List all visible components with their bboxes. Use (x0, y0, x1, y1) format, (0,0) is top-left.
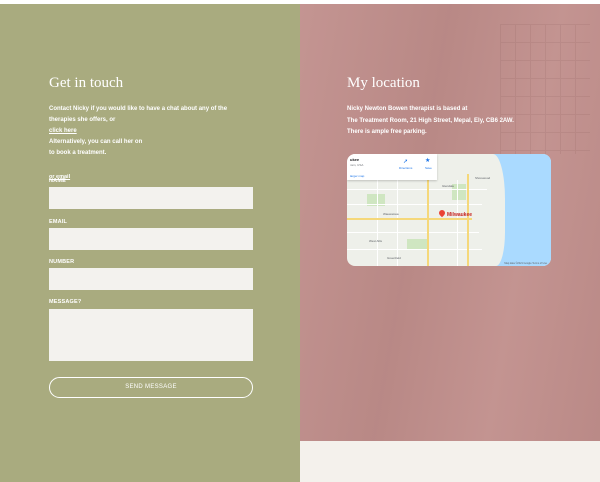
map-park (452, 184, 466, 200)
click-here-link[interactable]: click here (49, 126, 77, 137)
map-highway (347, 218, 472, 220)
building-windows (500, 24, 590, 154)
location-address: The Treatment Room, 21 High Street, Mepa… (347, 118, 514, 124)
contact-intro-line1: Contact Nicky if you would like to have … (49, 106, 228, 112)
map-street (347, 204, 482, 205)
map-street (347, 232, 479, 233)
contact-heading: Get in touch (49, 75, 124, 91)
message-field[interactable] (49, 309, 253, 361)
map-attribution: Map data ©2021 Google Terms of Use (504, 262, 547, 265)
google-map[interactable]: Glendale Wauwatosa West Allis Greenfield… (347, 154, 551, 266)
contact-intro-line2: therapies she offers, or (49, 117, 116, 123)
map-card-title: ukee (350, 157, 360, 162)
email-field[interactable] (49, 228, 253, 250)
map-label-greenfield: Greenfield (387, 256, 401, 260)
map-highway (467, 174, 469, 266)
name-label: NAME (49, 178, 66, 184)
footer-strip (300, 441, 600, 482)
map-street (377, 180, 378, 266)
map-label-wauwatosa: Wauwatosa (383, 212, 399, 216)
map-label-west-allis: West Allis (369, 239, 382, 243)
number-field[interactable] (49, 268, 253, 290)
message-label: MESSAGE? (49, 299, 82, 305)
name-field[interactable] (49, 187, 253, 209)
map-label-shorewood: Shorewood (475, 176, 491, 180)
send-message-button[interactable]: SEND MESSAGE (49, 377, 253, 398)
save-star-icon[interactable]: ★ (425, 157, 430, 164)
directions-label[interactable]: Directions (399, 166, 412, 170)
directions-icon[interactable]: ➚ (403, 158, 408, 165)
location-parking: There is ample free parking. (347, 129, 427, 135)
location-pin-icon[interactable] (437, 208, 447, 218)
view-larger-map-link[interactable]: larger map (350, 174, 364, 178)
location-heading: My location (347, 75, 420, 91)
map-label-glendale: Glendale (442, 184, 455, 188)
location-line1: Nicky Newton Bowen therapist is based at (347, 106, 468, 112)
map-card-subtitle: nsin, USA (350, 163, 364, 167)
email-label: EMAIL (49, 219, 68, 225)
map-info-card: ukee nsin, USA larger map ➚ Directions ★… (347, 154, 437, 180)
contact-alt-line: Alternatively, you can call her on (49, 139, 143, 145)
map-street (347, 189, 487, 190)
contact-book-line: to book a treatment. (49, 150, 107, 156)
map-street (397, 180, 398, 266)
number-label: NUMBER (49, 259, 75, 265)
map-city-label: Milwaukee (447, 212, 473, 218)
click-here-anchor[interactable]: click here (49, 128, 77, 134)
map-park (407, 239, 429, 249)
map-street (347, 249, 482, 250)
save-label[interactable]: Save (425, 166, 432, 170)
map-street (457, 180, 458, 266)
